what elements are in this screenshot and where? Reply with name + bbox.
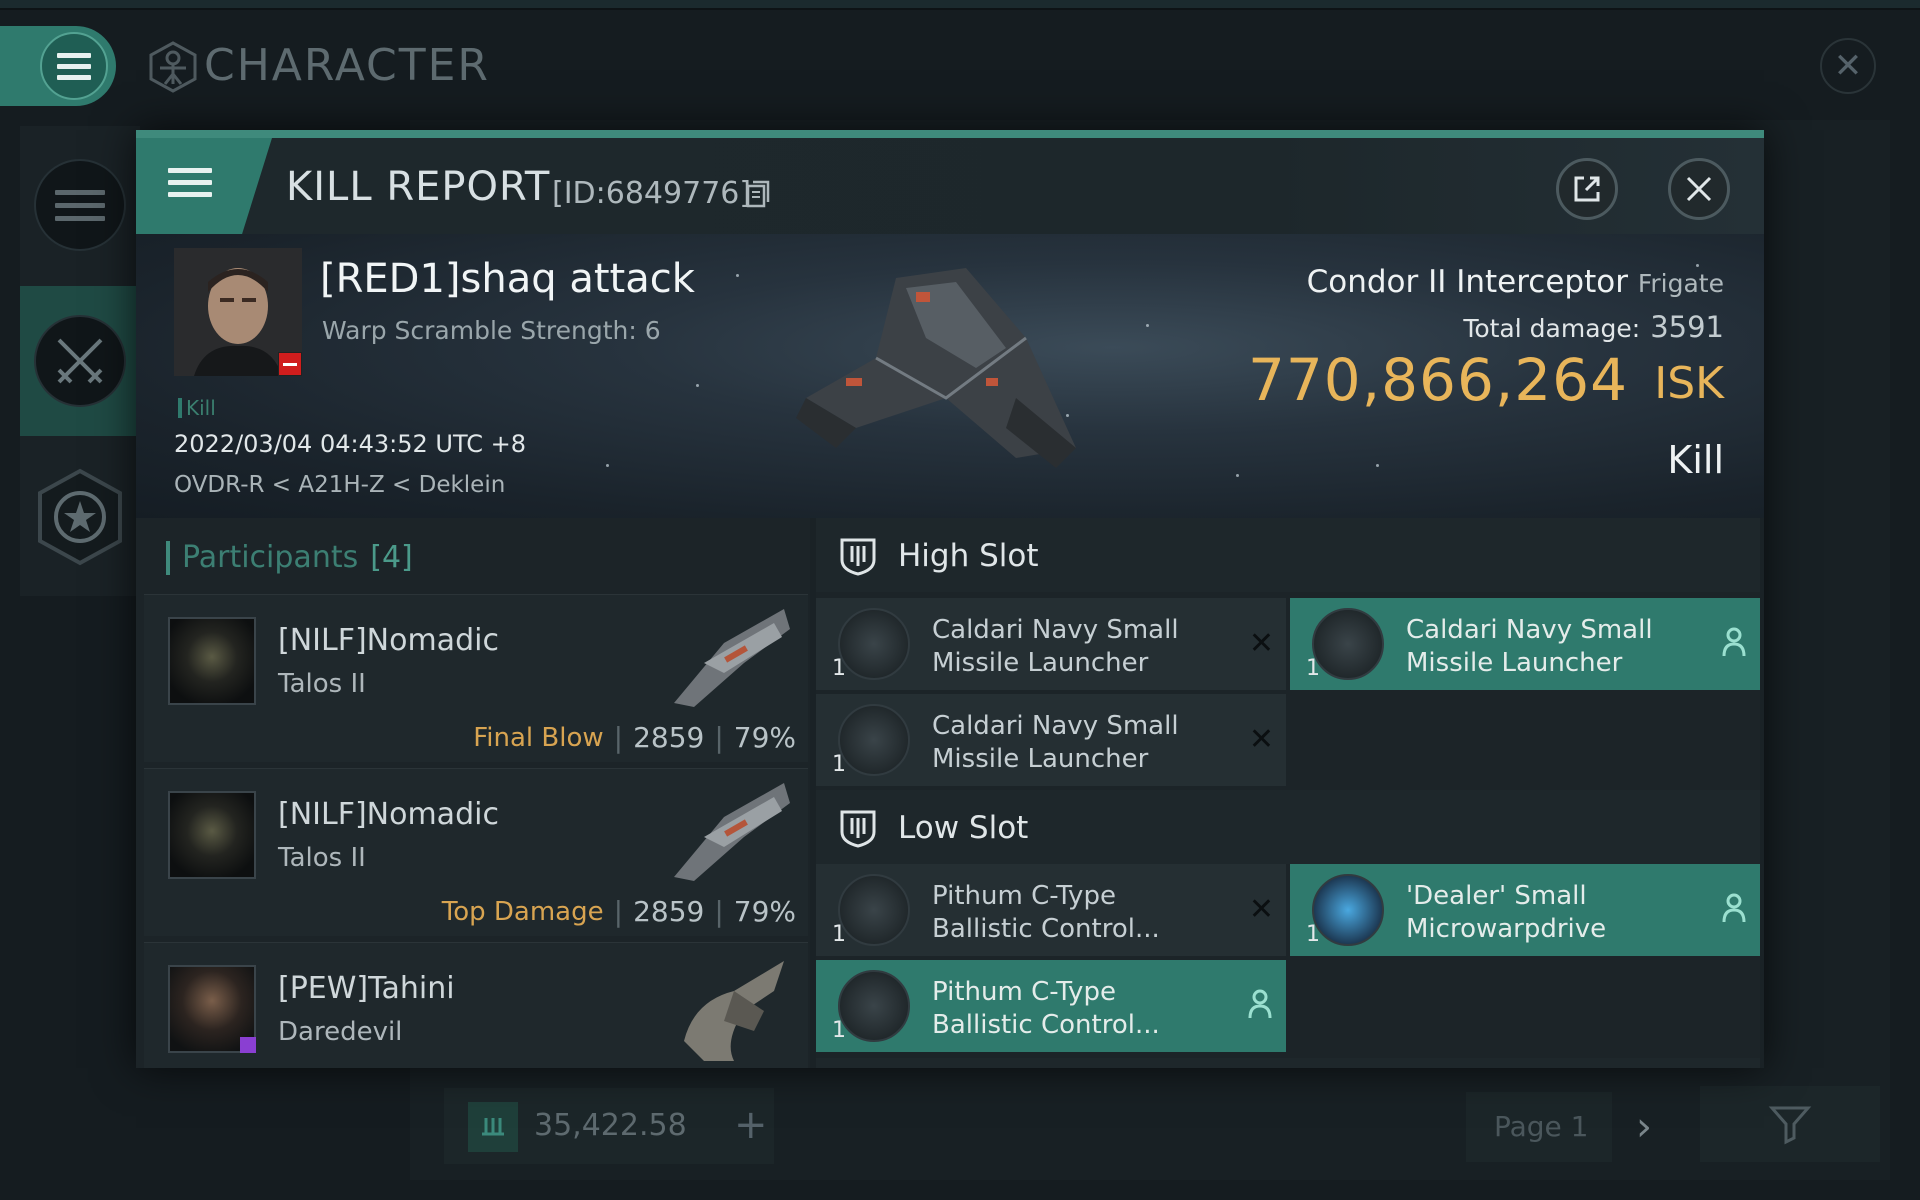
fitting-item[interactable]: 1 Pithum C-Type Ballistic Control... <box>816 960 1286 1052</box>
participant-ship: Daredevil <box>278 1017 403 1047</box>
fitting-item[interactable]: 1 Caldari Navy Small Missile Launcher ✕ <box>816 694 1286 786</box>
high-slot-icon <box>840 538 876 576</box>
high-slot-header: High Slot <box>816 518 1760 592</box>
close-icon: ✕ <box>1833 46 1863 86</box>
warp-scramble-strength: Warp Scramble Strength: 6 <box>322 316 661 345</box>
kill-date: 2022/03/04 04:43:52 UTC +8 <box>174 430 526 458</box>
character-title: CHARACTER <box>204 40 490 91</box>
participant-row[interactable]: [NILF]Nomadic Talos II Final Blow | 2859 |… <box>144 594 808 762</box>
share-button[interactable] <box>1556 158 1618 220</box>
missile-launcher-icon <box>838 608 910 680</box>
participant-portrait[interactable] <box>168 791 256 879</box>
victim-ship-name[interactable]: Condor II Interceptor Frigate <box>1307 264 1724 300</box>
participant-ship-render[interactable] <box>664 777 794 887</box>
character-icon <box>149 41 197 93</box>
copy-icon[interactable] <box>746 180 770 208</box>
participants-panel: Participants [4] [NILF]Nomadic Talos II F… <box>136 518 810 1068</box>
fitting-item[interactable]: 1 Pithum C-Type Ballistic Control... ✕ <box>816 864 1286 956</box>
menu-icon <box>57 52 91 80</box>
mid-slot-header <box>816 1058 1760 1068</box>
fitting-item[interactable]: 1 'Dealer' Small Microwarpdrive <box>1290 864 1760 956</box>
destroyed-icon: ✕ <box>1248 722 1274 757</box>
standing-badge <box>240 1037 256 1053</box>
wallet-icon <box>468 1102 518 1152</box>
standing-badge <box>278 352 302 376</box>
top-border <box>0 0 1920 8</box>
participant-portrait[interactable] <box>168 617 256 705</box>
kill-report-header: KILL REPORT [ID:6849776] <box>136 138 1764 234</box>
dropped-icon <box>1722 893 1746 923</box>
ballistic-control-icon <box>838 874 910 946</box>
kill-report-id: [ID:6849776] <box>552 176 752 211</box>
menu-icon <box>168 168 212 197</box>
total-damage: Total damage: 3591 <box>1463 310 1724 344</box>
participant-ship: Talos II <box>278 843 366 873</box>
kill-location[interactable]: OVDR-R < A21H-Z < Deklein <box>174 472 505 498</box>
kill-report-window: KILL REPORT [ID:6849776] [RED1]shaq atta… <box>136 130 1764 1068</box>
sidebar-item-combat[interactable] <box>20 286 140 436</box>
victim-name[interactable]: [RED1]shaq attack <box>320 256 695 302</box>
kill-report-menu-button[interactable] <box>136 138 272 234</box>
page-indicator: Page 1 <box>1466 1092 1612 1162</box>
wallet-bar: 35,422.58 + <box>444 1088 774 1164</box>
share-icon <box>1574 176 1600 202</box>
participant-name[interactable]: [NILF]Nomadic <box>278 623 499 658</box>
microwarpdrive-icon <box>1312 874 1384 946</box>
participant-ship-render[interactable] <box>664 951 794 1061</box>
destroyed-icon: ✕ <box>1248 892 1274 927</box>
participant-row[interactable]: [PEW]Tahini Daredevil <box>144 942 808 1068</box>
fitting-item[interactable]: 1 Caldari Navy Small Missile Launcher <box>1290 598 1760 690</box>
destroyed-icon: ✕ <box>1248 626 1274 661</box>
dropped-icon <box>1722 627 1746 657</box>
page-label: Page 1 <box>1494 1110 1589 1143</box>
star-icon <box>38 468 122 566</box>
filter-button[interactable] <box>1700 1086 1880 1162</box>
victim-ship-render[interactable] <box>776 248 1106 498</box>
participant-name[interactable]: [PEW]Tahini <box>278 971 455 1006</box>
close-icon <box>1686 176 1712 202</box>
dropped-icon <box>1248 989 1272 1019</box>
sidebar-item-medals[interactable] <box>20 442 140 592</box>
sidebar-item-overview[interactable] <box>20 130 140 280</box>
participant-ship: Talos II <box>278 669 366 699</box>
kill-tag: Kill <box>178 396 216 420</box>
list-icon <box>55 189 105 221</box>
close-button[interactable] <box>1668 158 1730 220</box>
participant-stats: Final Blow | 2859 | 79% <box>473 721 796 754</box>
participant-row[interactable]: [NILF]Nomadic Talos II Top Damage | 2859 |… <box>144 768 808 936</box>
low-slot-header: Low Slot <box>816 790 1760 864</box>
missile-launcher-icon <box>1312 608 1384 680</box>
add-icon[interactable]: + <box>734 1102 768 1148</box>
participants-header: Participants [4] <box>166 540 413 575</box>
kill-report-title: KILL REPORT <box>286 164 551 210</box>
wallet-amount: 35,422.58 <box>534 1108 687 1143</box>
crossed-swords-icon <box>57 338 103 384</box>
low-slot-icon <box>840 810 876 848</box>
fittings-panel: High Slot 1 Caldari Navy Small Missile La… <box>816 518 1760 1068</box>
isk-unit: ISK <box>1654 358 1724 409</box>
fitting-item[interactable]: 1 Caldari Navy Small Missile Launcher ✕ <box>816 598 1286 690</box>
filter-icon <box>1768 1106 1812 1145</box>
character-menu-button[interactable] <box>0 26 116 106</box>
next-page-icon[interactable]: › <box>1636 1104 1652 1150</box>
character-close-button[interactable]: ✕ <box>1820 38 1876 94</box>
ballistic-control-icon <box>838 970 910 1042</box>
victim-banner: [RED1]shaq attack Warp Scramble Strength… <box>136 234 1764 518</box>
participant-stats: Top Damage | 2859 | 79% <box>441 895 796 928</box>
isk-value: 770,866,264 <box>1248 346 1628 414</box>
participant-ship-render[interactable] <box>664 603 794 713</box>
participant-name[interactable]: [NILF]Nomadic <box>278 797 499 832</box>
missile-launcher-icon <box>838 704 910 776</box>
result-label: Kill <box>1667 438 1724 482</box>
